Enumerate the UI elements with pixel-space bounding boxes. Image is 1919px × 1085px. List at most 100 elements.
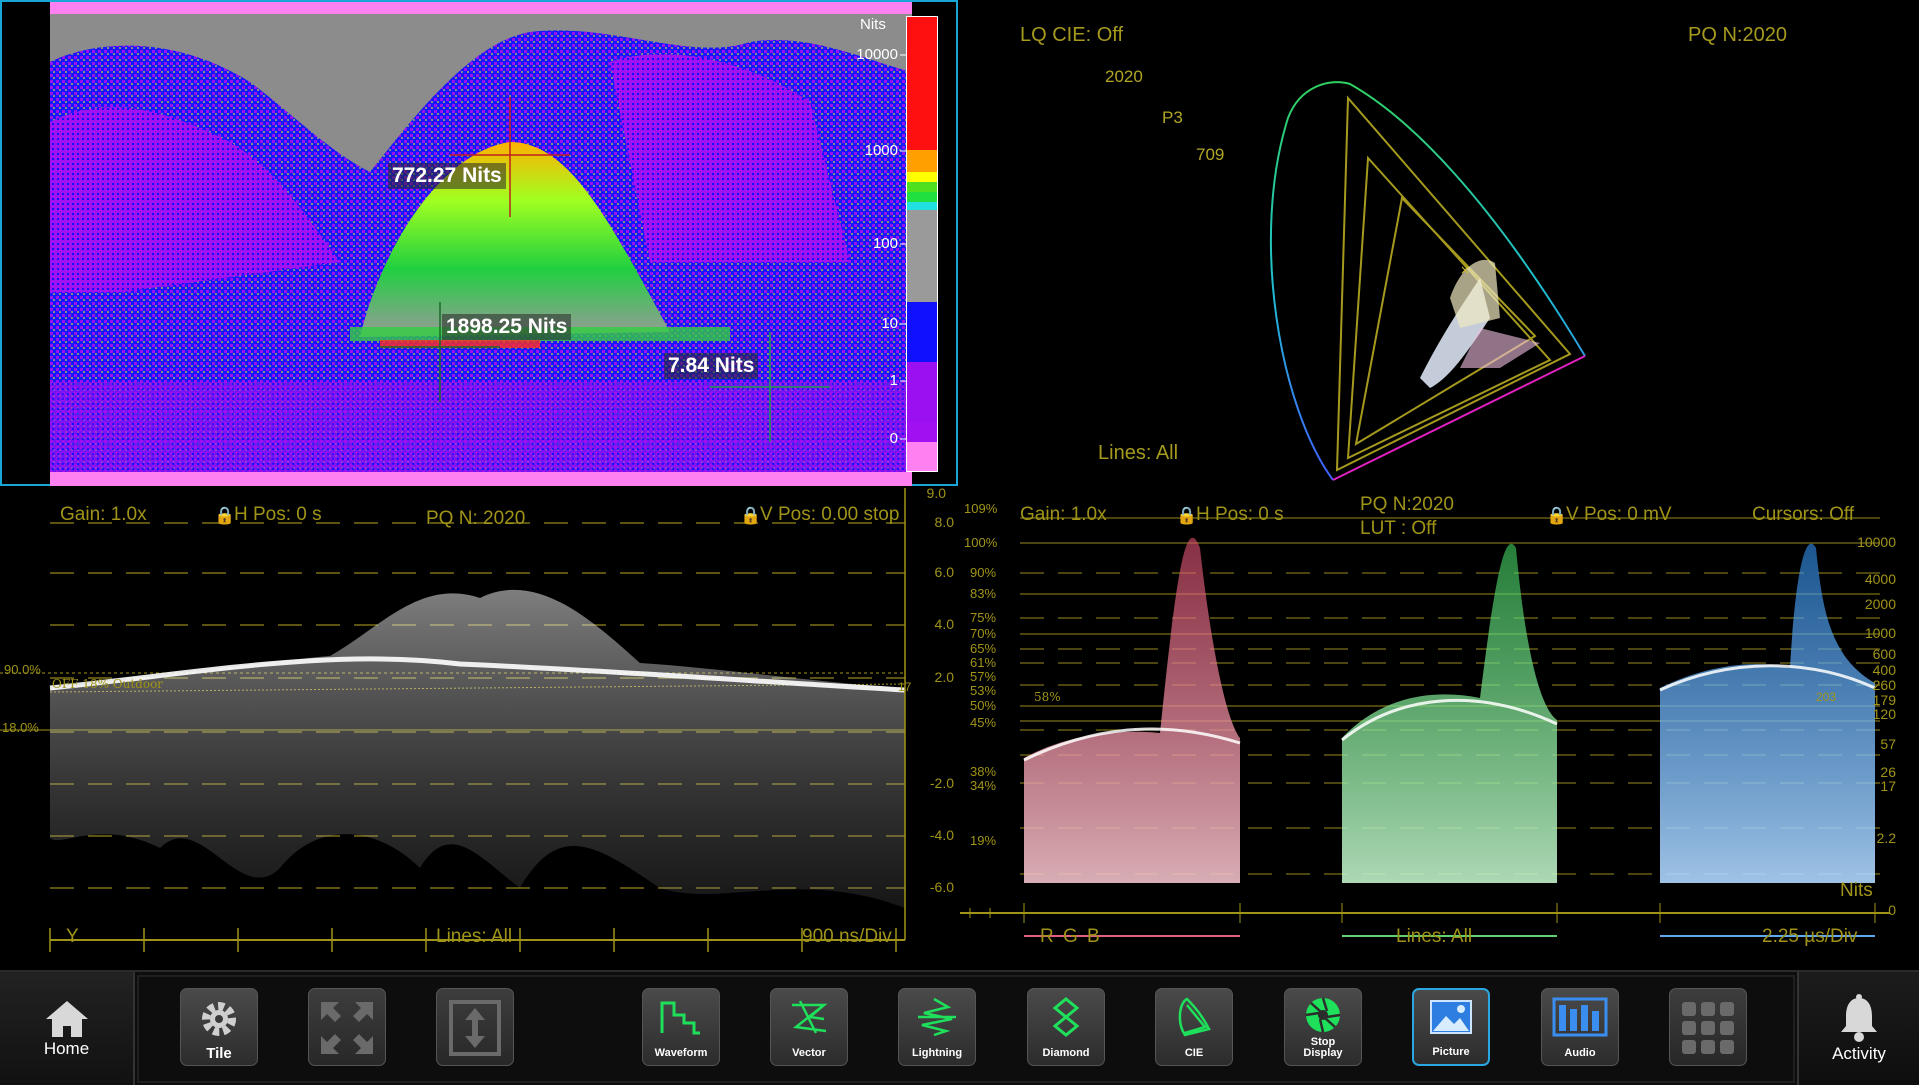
- rgb-hpos-label: H Pos: 0 s: [1196, 504, 1284, 525]
- luma-marker-90: 90.0%: [4, 662, 41, 677]
- lock-icon: 🔒: [740, 506, 762, 525]
- nits-unit-label: Nits: [1840, 880, 1873, 901]
- stop-display-button[interactable]: Stop Display: [1284, 988, 1362, 1066]
- percent-tick: 19%: [970, 833, 997, 848]
- luma-channel-label: Y: [66, 926, 79, 947]
- rgb-parade-panel[interactable]: Gain: 1.0x 🔒 H Pos: 0 s PQ N:2020 LUT : …: [960, 488, 1919, 968]
- stop-axis-label: -4.0: [929, 827, 954, 843]
- stop-axis-label: -2.0: [929, 775, 954, 791]
- cie-button[interactable]: CIE: [1155, 988, 1233, 1066]
- false-color-scale: [906, 16, 938, 472]
- luma-vpos-label: V Pos: 0.00 stop: [760, 504, 900, 525]
- scale-tick-1000: 1000: [864, 142, 898, 159]
- picture-label: Picture: [1432, 1046, 1470, 1058]
- luma-timebase-label: 900 ns/Div: [802, 926, 892, 947]
- rgb-channels-label: R G B: [1040, 926, 1102, 947]
- stop-axis-label: -6.0: [929, 879, 954, 895]
- cie-icon: [1178, 997, 1211, 1037]
- percent-tick: 34%: [970, 778, 997, 793]
- stop-axis-top: 9.0: [926, 485, 946, 501]
- scale-title: Nits: [860, 16, 886, 33]
- diamond-button[interactable]: Diamond: [1027, 988, 1105, 1066]
- lock-icon: 🔒: [214, 506, 236, 525]
- luma-lines-label: Lines: All: [436, 926, 513, 947]
- rgb-parade-graticule: [960, 517, 1890, 937]
- home-button[interactable]: Home: [0, 972, 135, 1085]
- lock-icon: 🔒: [1176, 506, 1198, 525]
- nits-tick: 2.2: [1876, 830, 1896, 846]
- reference-right-value: 17: [898, 680, 912, 694]
- tile-button[interactable]: Tile: [180, 988, 258, 1066]
- scale-tick-1: 1: [889, 372, 898, 389]
- tile-label: Tile: [206, 1045, 232, 1062]
- lightning-button[interactable]: Lightning: [898, 988, 976, 1066]
- cie-panel[interactable]: LQ CIE: Off PQ N:2020 × 2020 P3 709 Line…: [960, 0, 1919, 486]
- marker-203: 203: [1816, 690, 1837, 704]
- scale-tick-marks: [900, 54, 906, 440]
- audio-button[interactable]: Audio: [1541, 988, 1619, 1066]
- reference-label: OFF 18% Outdoor: [52, 677, 164, 691]
- home-label: Home: [43, 1038, 90, 1058]
- grid-icon: [1682, 1002, 1734, 1054]
- nits-tick: 120: [1872, 706, 1896, 722]
- nits-tick: 57: [1880, 736, 1896, 752]
- cursor-readout-3: 7.84 Nits: [664, 353, 759, 379]
- false-color-picture: [50, 2, 912, 486]
- apps-grid-button[interactable]: [1669, 988, 1747, 1066]
- luma-marker-18: 18.0%: [2, 720, 39, 735]
- gear-icon: [202, 1002, 236, 1036]
- rgb-lines-label: Lines: All: [1396, 926, 1473, 947]
- fullscreen-button[interactable]: [308, 988, 386, 1066]
- lock-icon: 🔒: [1546, 506, 1568, 525]
- lightning-label: Lightning: [911, 1047, 963, 1059]
- nits-tick: 2000: [1864, 596, 1896, 612]
- scale-tick-10000: 10000: [856, 46, 898, 63]
- aperture-icon: [1305, 997, 1341, 1033]
- bottom-toolbar: Home Tile Waveform Vector Lightning Diam…: [0, 970, 1919, 1085]
- stop-axis-label: 2.0: [934, 669, 954, 685]
- nits-tick: 600: [1872, 646, 1896, 662]
- luma-pq-label: PQ N: 2020: [426, 508, 526, 529]
- cie-pq-status: PQ N:2020: [1688, 24, 1787, 46]
- luma-gain-label: Gain: 1.0x: [60, 504, 147, 525]
- picture-icon: [1430, 1000, 1472, 1034]
- vector-label: Vector: [792, 1047, 826, 1059]
- stop-axis-label: 8.0: [934, 514, 954, 530]
- picture-button[interactable]: Picture: [1412, 988, 1490, 1066]
- marker-58: 58%: [1034, 690, 1061, 704]
- lightning-icon: [918, 997, 956, 1037]
- percent-tick: 100%: [964, 535, 998, 550]
- activity-label: Activity: [1832, 1043, 1886, 1063]
- nits-tick: 10000: [1857, 534, 1896, 550]
- luma-waveform-panel[interactable]: Gain: 1.0x 🔒 H Pos: 0 s PQ N: 2020 🔒 V P…: [0, 485, 958, 968]
- vector-icon: [792, 1000, 828, 1034]
- audio-meter-icon: [1552, 997, 1608, 1037]
- waveform-button[interactable]: Waveform: [642, 988, 720, 1066]
- percent-tick: 38%: [970, 764, 997, 779]
- cie-label: CIE: [1184, 1047, 1204, 1059]
- vector-button[interactable]: Vector: [770, 988, 848, 1066]
- nits-tick: 1000: [1864, 625, 1896, 641]
- lq-cie-status: LQ CIE: Off: [1020, 24, 1123, 46]
- rgb-vpos-label: V Pos: 0 mV: [1566, 504, 1672, 525]
- picture-panel[interactable]: 772.27 Nits 1898.25 Nits 7.84 Nits Nits …: [0, 0, 958, 486]
- diamond-label: Diamond: [1042, 1047, 1090, 1059]
- activity-button[interactable]: Activity: [1797, 972, 1919, 1085]
- vertical-expand-button[interactable]: [436, 988, 514, 1066]
- luma-waveform-graticule: [0, 488, 906, 952]
- cie-lines-status: Lines: All: [1098, 442, 1179, 464]
- rgb-gain-label: Gain: 1.0x: [1020, 504, 1107, 525]
- scale-tick-100: 100: [872, 235, 898, 252]
- nits-tick: 260: [1872, 677, 1896, 693]
- nits-tick: 400: [1872, 662, 1896, 678]
- stop-axis-label: 6.0: [934, 564, 954, 580]
- cursors-status: Cursors: Off: [1752, 504, 1855, 525]
- scale-tick-0: 0: [889, 430, 898, 447]
- cie-chromaticity-diagram: ×: [1269, 81, 1586, 481]
- rgb-lut-label: LUT : Off: [1360, 518, 1437, 539]
- nits-tick: 4000: [1864, 571, 1896, 587]
- stop-axis-label: 4.0: [934, 616, 954, 632]
- expand-vertical-icon: [449, 1000, 501, 1056]
- percent-tick: 109%: [964, 501, 998, 516]
- cursor-readout-2: 1898.25 Nits: [442, 314, 572, 340]
